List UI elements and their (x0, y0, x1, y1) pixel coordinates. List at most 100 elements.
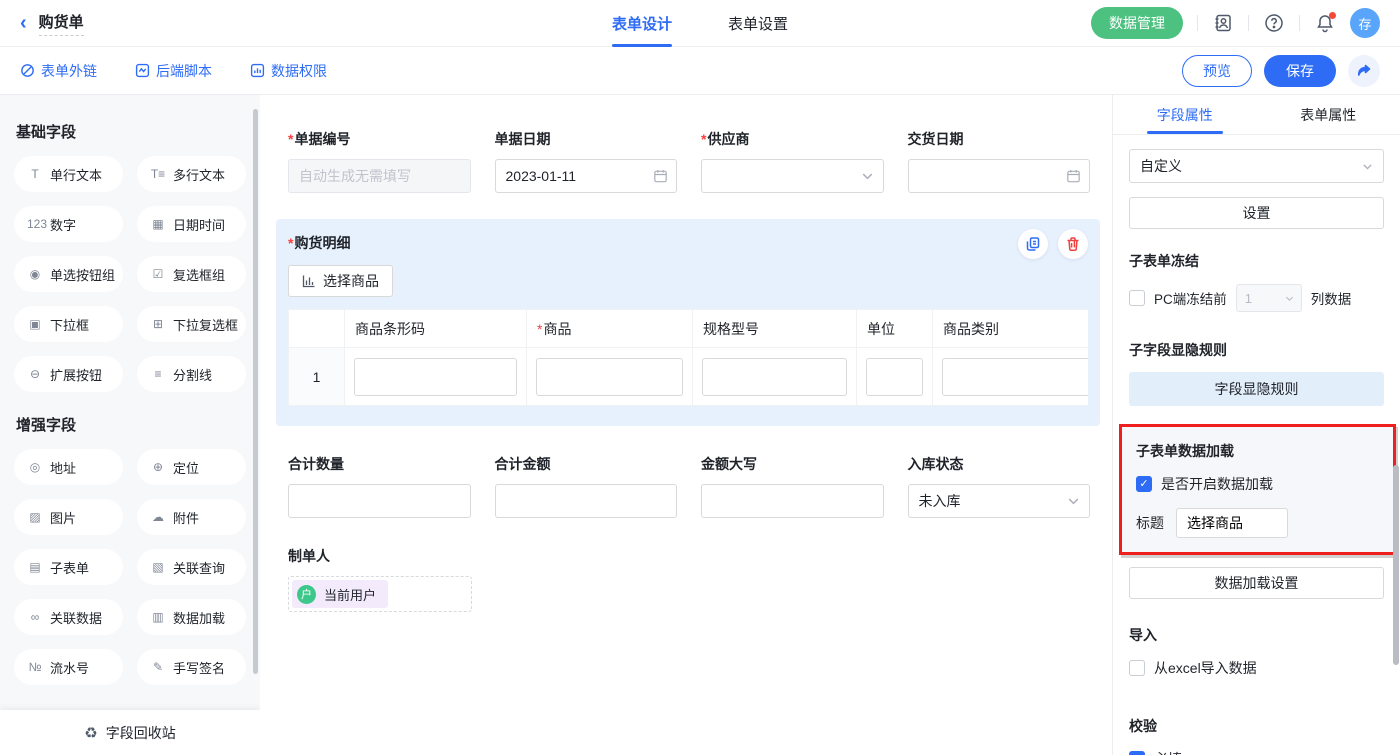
contacts-icon[interactable] (1212, 12, 1234, 34)
bar-chart-icon (302, 274, 316, 288)
current-user-tag[interactable]: 户 当前用户 (292, 580, 388, 608)
field-order-number[interactable]: 单据编号 (288, 129, 471, 193)
share-button[interactable] (1348, 55, 1380, 87)
field-item-location[interactable]: ⊕定位 (137, 449, 246, 485)
total-quantity-input[interactable] (288, 484, 471, 518)
tab-form-settings[interactable]: 表单设置 (728, 0, 788, 47)
subform-purchase-detail[interactable]: 购货明细 选择商品 (276, 219, 1100, 426)
subform-icon: ▤ (27, 560, 43, 574)
sidebar-scrollbar[interactable] (253, 109, 258, 674)
field-total-quantity[interactable]: 合计数量 (288, 454, 471, 518)
field-item-data-load[interactable]: ▥数据加载 (137, 599, 246, 635)
column-header[interactable]: 规格型号 (693, 310, 857, 348)
column-header[interactable]: 商品 (527, 310, 693, 348)
row-number: 1 (289, 348, 345, 406)
copy-field-button[interactable] (1018, 229, 1048, 259)
field-item-signature[interactable]: ✎手写签名 (137, 649, 246, 685)
maker-value-box[interactable]: 户 当前用户 (288, 576, 472, 612)
field-item-extend-button[interactable]: ⊖扩展按钮 (14, 356, 123, 392)
field-item-radio-group[interactable]: ◉单选按钮组 (14, 256, 123, 292)
field-item-checkbox-group[interactable]: ☑复选框组 (137, 256, 246, 292)
field-delivery-date[interactable]: 交货日期 (908, 129, 1091, 193)
barcode-cell-input[interactable] (354, 358, 517, 396)
field-item-single-text[interactable]: T单行文本 (14, 156, 123, 192)
data-load-title-row: 标题 (1136, 508, 1379, 538)
form-title[interactable]: 购货单 (39, 11, 84, 36)
delivery-date-input[interactable] (908, 159, 1091, 193)
total-amount-input[interactable] (495, 484, 678, 518)
field-item-subform[interactable]: ▤子表单 (14, 549, 123, 585)
field-item-address[interactable]: ◎地址 (14, 449, 123, 485)
user-avatar[interactable]: 存 (1350, 8, 1380, 38)
amount-words-input[interactable] (701, 484, 884, 518)
tab-field-properties[interactable]: 字段属性 (1113, 95, 1257, 134)
field-supplier[interactable]: 供应商 (701, 129, 884, 193)
field-item-dropdown[interactable]: ▣下拉框 (14, 306, 123, 342)
field-item-multi-dropdown[interactable]: ⊞下拉复选框 (137, 306, 246, 342)
attachment-icon: ☁ (150, 510, 166, 524)
category-cell-input[interactable] (942, 358, 1088, 396)
data-load-checkbox[interactable] (1136, 476, 1152, 492)
unit-cell-input[interactable] (866, 358, 923, 396)
warehouse-status-select[interactable] (908, 484, 1091, 518)
field-maker[interactable]: 制单人 户 当前用户 (288, 546, 472, 612)
external-link-button[interactable]: 表单外链 (20, 61, 97, 81)
data-manage-button[interactable]: 数据管理 (1091, 7, 1183, 39)
field-item-datetime[interactable]: ▦日期时间 (137, 206, 246, 242)
data-load-checkbox-row: 是否开启数据加载 (1136, 474, 1379, 494)
settings-button[interactable]: 设置 (1129, 197, 1384, 229)
back-icon[interactable]: ‹ (20, 13, 27, 33)
order-number-input[interactable] (288, 159, 471, 193)
field-item-serial-number[interactable]: №流水号 (14, 649, 123, 685)
help-icon[interactable] (1263, 12, 1285, 34)
data-load-title-input[interactable] (1176, 508, 1288, 538)
field-item-relation-query[interactable]: ▧关联查询 (137, 549, 246, 585)
supplier-select[interactable] (701, 159, 884, 193)
delete-field-button[interactable] (1058, 229, 1088, 259)
field-warehouse-status[interactable]: 入库状态 (908, 454, 1091, 518)
divider (1299, 15, 1300, 31)
section-title-enhanced: 增强字段 (16, 414, 244, 435)
select-goods-button[interactable]: 选择商品 (288, 265, 393, 297)
field-item-attachment[interactable]: ☁附件 (137, 499, 246, 535)
field-visibility-rules-button[interactable]: 字段显隐规则 (1129, 372, 1384, 406)
field-order-date[interactable]: 单据日期 (495, 129, 678, 193)
data-permission-button[interactable]: 数据权限 (250, 61, 327, 81)
data-permission-icon (250, 63, 265, 78)
order-date-input[interactable] (495, 159, 678, 193)
panel-scrollbar[interactable] (1393, 465, 1399, 665)
notification-dot (1329, 12, 1336, 19)
trash-icon (1065, 236, 1081, 252)
backend-script-button[interactable]: 后端脚本 (135, 61, 212, 81)
required-checkbox[interactable] (1129, 751, 1145, 755)
field-recycle-bin[interactable]: ♻ 字段回收站 (0, 710, 260, 755)
column-header[interactable]: 商品条形码 (345, 310, 527, 348)
column-header[interactable]: 商品类别 (933, 310, 1089, 348)
freeze-checkbox[interactable] (1129, 290, 1145, 306)
excel-import-checkbox[interactable] (1129, 660, 1145, 676)
field-type-select[interactable]: 自定义 (1129, 149, 1384, 183)
field-total-amount[interactable]: 合计金额 (495, 454, 678, 518)
spec-cell-input[interactable] (702, 358, 847, 396)
save-button[interactable]: 保存 (1264, 55, 1336, 87)
freeze-count-select[interactable]: 1 (1236, 284, 1302, 312)
form-row-2: 合计数量 合计金额 金额大写 入库状态 (288, 454, 1090, 518)
copy-icon (1025, 236, 1041, 252)
divider (1248, 15, 1249, 31)
field-item-number[interactable]: 123数字 (14, 206, 123, 242)
validation-section-title: 校验 (1129, 716, 1384, 736)
field-item-divider[interactable]: ≡分割线 (137, 356, 246, 392)
goods-cell-input[interactable] (536, 358, 683, 396)
field-item-image[interactable]: ▨图片 (14, 499, 123, 535)
data-load-settings-button[interactable]: 数据加载设置 (1129, 567, 1384, 599)
checkbox-icon: ☑ (150, 267, 166, 281)
preview-button[interactable]: 预览 (1182, 55, 1252, 87)
tab-form-design[interactable]: 表单设计 (612, 0, 672, 47)
tab-form-properties[interactable]: 表单属性 (1257, 95, 1400, 134)
field-item-relation-data[interactable]: ∞关联数据 (14, 599, 123, 635)
field-amount-words[interactable]: 金额大写 (701, 454, 884, 518)
field-item-multi-text[interactable]: T≡多行文本 (137, 156, 246, 192)
notification-bell-icon[interactable] (1314, 12, 1336, 34)
column-header[interactable]: 单位 (857, 310, 933, 348)
single-text-icon: T (27, 167, 43, 181)
